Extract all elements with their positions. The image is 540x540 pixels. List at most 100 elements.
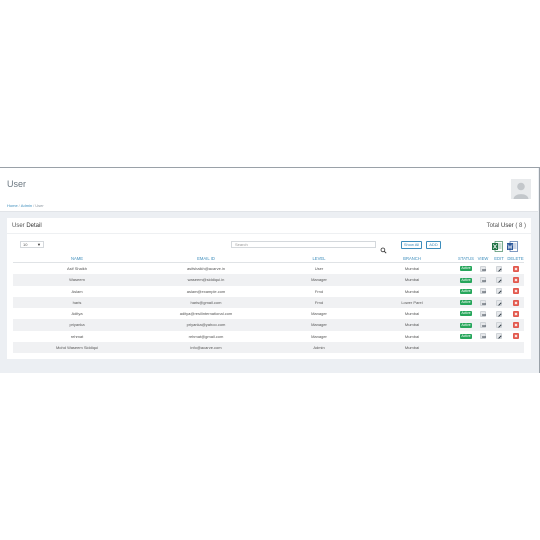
cell-delete — [507, 308, 524, 319]
cell-level: Manager — [311, 311, 327, 316]
breadcrumb-home[interactable]: Home — [7, 203, 18, 208]
cell-status: Active — [457, 297, 475, 308]
excel-icon[interactable] — [492, 239, 503, 252]
add-button[interactable]: ADD — [426, 241, 441, 249]
cell-level: Admin — [313, 344, 325, 350]
breadcrumb-current: User — [35, 203, 44, 208]
cell-name: Waseem — [69, 277, 85, 283]
cell-delete — [507, 274, 524, 285]
cell-level: User — [314, 266, 324, 271]
word-icon[interactable] — [507, 239, 518, 252]
eye-icon[interactable] — [480, 322, 487, 329]
breadcrumb: Home/Admin/User — [7, 203, 44, 208]
eye-icon[interactable] — [480, 310, 487, 317]
cell-branch: Mumbai — [404, 288, 420, 294]
cell-email: aditya@resilinternational.com — [179, 311, 233, 316]
eye-icon[interactable] — [480, 288, 487, 295]
cell-view — [475, 319, 491, 330]
app-frame: User Home/Admin/User User Detail Total U… — [0, 167, 540, 373]
breadcrumb-admin[interactable]: Admin — [21, 203, 32, 208]
cell-email: priyanka@yahoo.com — [186, 322, 226, 328]
page-size-select[interactable]: 10 ▼ — [20, 241, 44, 248]
cell-delete — [507, 263, 524, 274]
page-header: User Home/Admin/User — [0, 168, 538, 212]
column-header-name[interactable]: NAME — [13, 254, 141, 262]
eye-icon[interactable] — [480, 333, 487, 340]
close-icon[interactable] — [512, 265, 519, 272]
cell-name: haris — [72, 299, 82, 305]
cell-branch: Mumbai — [404, 266, 420, 271]
cell-edit — [491, 308, 507, 319]
table-row: rehmat rehmat@gmail.com Manager Mumbai Activ… — [13, 331, 524, 342]
status-badge[interactable]: Active — [459, 266, 473, 272]
cell-edit — [491, 319, 507, 330]
close-icon[interactable] — [512, 322, 519, 329]
cell-view — [475, 274, 491, 285]
table-row: Mohd Waseem Siddiqui info@acarve.com Admin… — [13, 341, 524, 353]
cell-status: Active — [457, 308, 475, 319]
table-row: Waseem waseem@siddiqui.in Manager Mumbai Act… — [13, 274, 524, 286]
status-badge[interactable]: Active — [459, 322, 473, 328]
cell-name: Aditya — [71, 311, 83, 316]
column-header-status[interactable]: STATUS — [457, 254, 475, 262]
cell-name: Aslam — [71, 288, 83, 294]
users-table: NAME EMAIL ID LEVEL BRANCH STATUS VIEW E… — [13, 254, 524, 353]
pencil-icon[interactable] — [496, 333, 502, 340]
cell-branch: Mumbai — [404, 277, 420, 283]
search-icon[interactable] — [380, 241, 387, 254]
cell-status — [457, 342, 475, 353]
eye-icon[interactable] — [480, 277, 487, 284]
cell-branch: Lower Parel — [401, 299, 423, 305]
column-header-delete: DELETE — [507, 256, 524, 261]
table-row: Aditya aditya@resilinternational.com Manag… — [13, 308, 524, 319]
close-icon[interactable] — [512, 277, 519, 284]
close-icon[interactable] — [512, 299, 519, 306]
cell-delete — [507, 331, 524, 342]
cell-level: Frnd — [314, 299, 324, 305]
cell-branch: Mumbai — [404, 344, 420, 350]
cell-view — [475, 297, 491, 308]
cell-status: Active — [457, 319, 475, 330]
cell-branch: Mumbai — [404, 311, 420, 316]
card-title-bold: Detail — [26, 223, 42, 229]
page-size-value: 10 — [23, 242, 28, 247]
pencil-icon[interactable] — [496, 277, 502, 284]
table-row: Aslam aslam@example.com Frnd Mumbai Active — [13, 286, 524, 297]
table-row: priyanka priyanka@yahoo.com Manager Mumbai A… — [13, 319, 524, 331]
close-icon[interactable] — [512, 288, 519, 295]
cell-view — [475, 286, 491, 297]
eye-icon[interactable] — [480, 265, 487, 272]
close-icon[interactable] — [512, 310, 519, 317]
cell-level: Frnd — [314, 288, 324, 294]
cell-edit — [491, 274, 507, 285]
pencil-icon[interactable] — [496, 299, 502, 306]
pencil-icon[interactable] — [496, 288, 502, 295]
column-header-level[interactable]: LEVEL — [271, 254, 367, 262]
cell-delete — [507, 297, 524, 308]
pencil-icon[interactable] — [496, 265, 502, 272]
pencil-icon[interactable] — [496, 322, 502, 329]
eye-icon[interactable] — [480, 299, 487, 306]
cell-email: info@acarve.com — [190, 344, 222, 350]
cell-name: rehmat — [70, 333, 84, 339]
status-badge[interactable]: Active — [459, 300, 473, 306]
page-title: User — [7, 179, 27, 189]
show-all-button[interactable]: Show All — [401, 241, 422, 249]
cell-view — [475, 308, 491, 319]
column-header-email[interactable]: EMAIL ID — [141, 254, 271, 262]
pencil-icon[interactable] — [496, 310, 502, 317]
column-header-branch[interactable]: BRANCH — [367, 254, 457, 262]
cell-level: Manager — [311, 322, 327, 328]
status-badge[interactable]: Active — [459, 333, 473, 339]
status-badge[interactable]: Active — [459, 288, 473, 294]
cell-view — [475, 331, 491, 342]
cell-name: Mohd Waseem Siddiqui — [55, 344, 99, 350]
close-icon[interactable] — [512, 333, 519, 340]
search-input[interactable]: Search — [231, 241, 376, 248]
cell-branch: Mumbai — [404, 322, 420, 328]
table-row: haris haris@gmail.com Frnd Lower Parel Activ… — [13, 296, 524, 308]
cell-branch: Mumbai — [404, 333, 420, 339]
user-avatar-icon[interactable] — [511, 179, 531, 199]
status-badge[interactable]: Active — [459, 277, 473, 283]
status-badge[interactable]: Active — [459, 311, 473, 317]
